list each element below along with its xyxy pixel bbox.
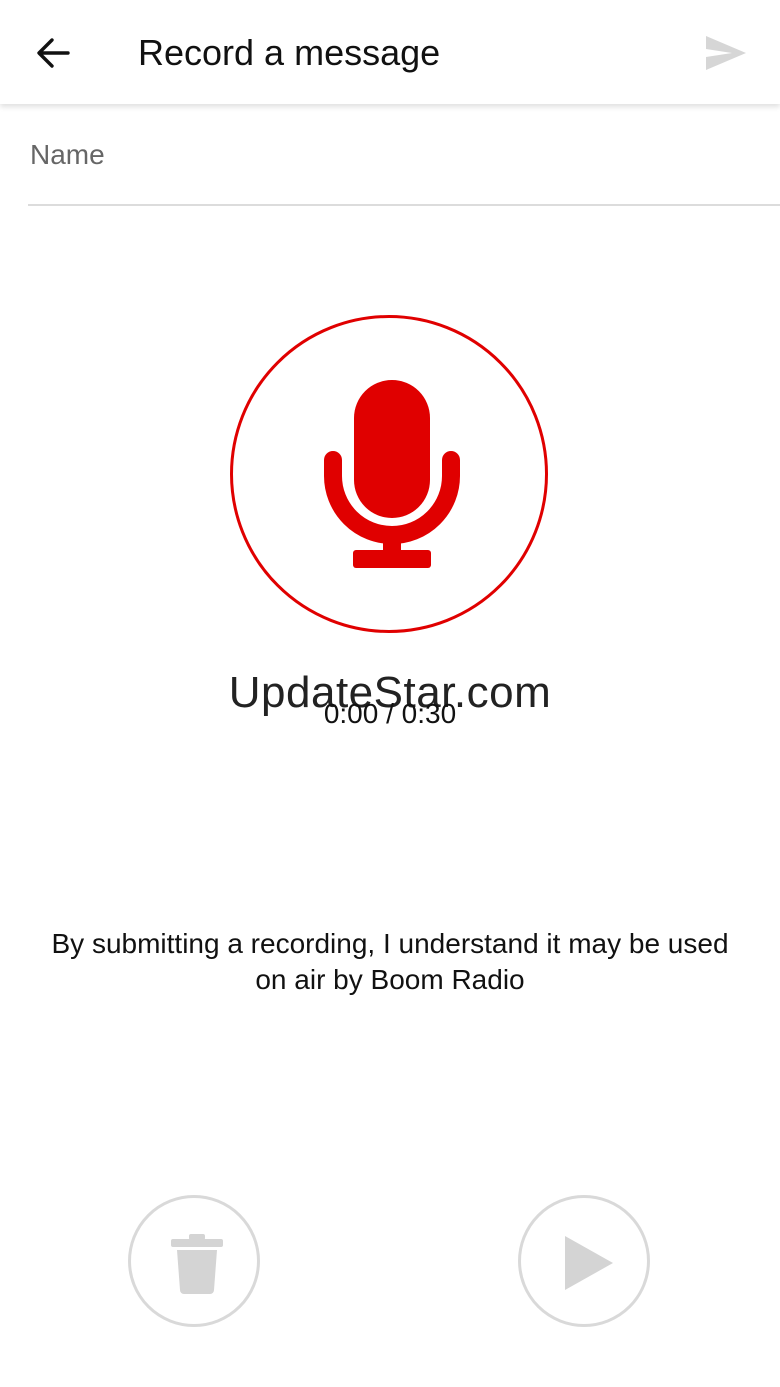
send-icon [706,36,746,70]
play-button[interactable] [518,1195,650,1327]
page-title: Record a message [138,32,441,73]
disclaimer-text: By submitting a recording, I understand … [51,928,729,995]
arrow-back-icon [37,38,70,68]
send-button[interactable] [700,30,750,76]
name-field [28,120,780,206]
back-button[interactable] [30,30,76,76]
microphone-icon [324,380,460,568]
play-icon [565,1236,613,1290]
trash-icon [171,1234,223,1294]
app-bar: Record a message [0,0,780,104]
record-button[interactable] [230,315,548,633]
name-input[interactable] [28,120,770,190]
recording-timer: 0:00 / 0:30 [323,698,457,729]
delete-button[interactable] [128,1195,260,1327]
